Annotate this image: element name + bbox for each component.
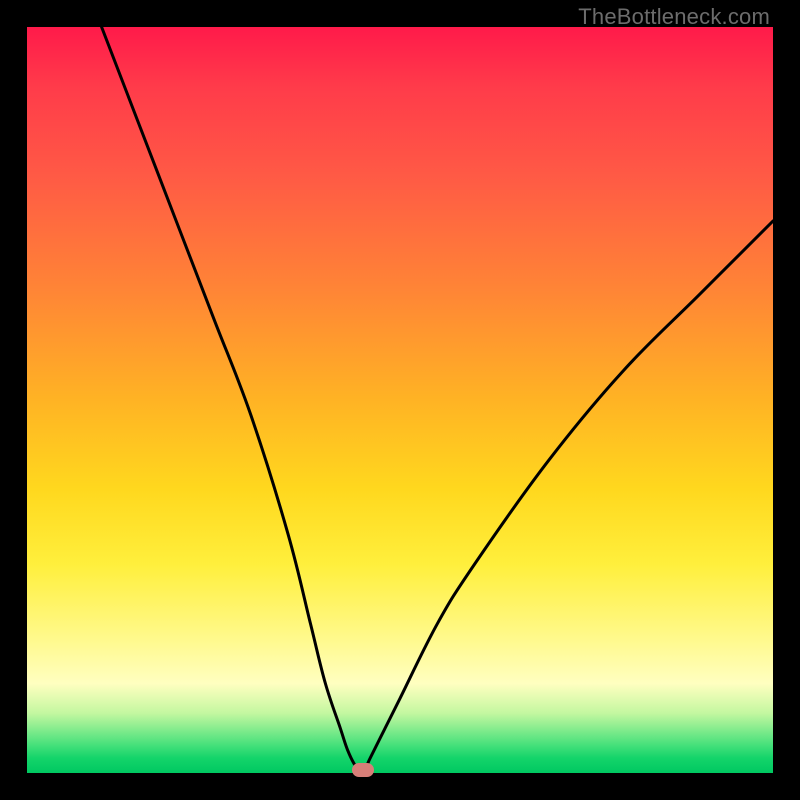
- plot-area: [27, 27, 773, 773]
- chart-frame: TheBottleneck.com: [0, 0, 800, 800]
- bottleneck-curve: [27, 27, 773, 773]
- optimum-marker: [352, 763, 374, 777]
